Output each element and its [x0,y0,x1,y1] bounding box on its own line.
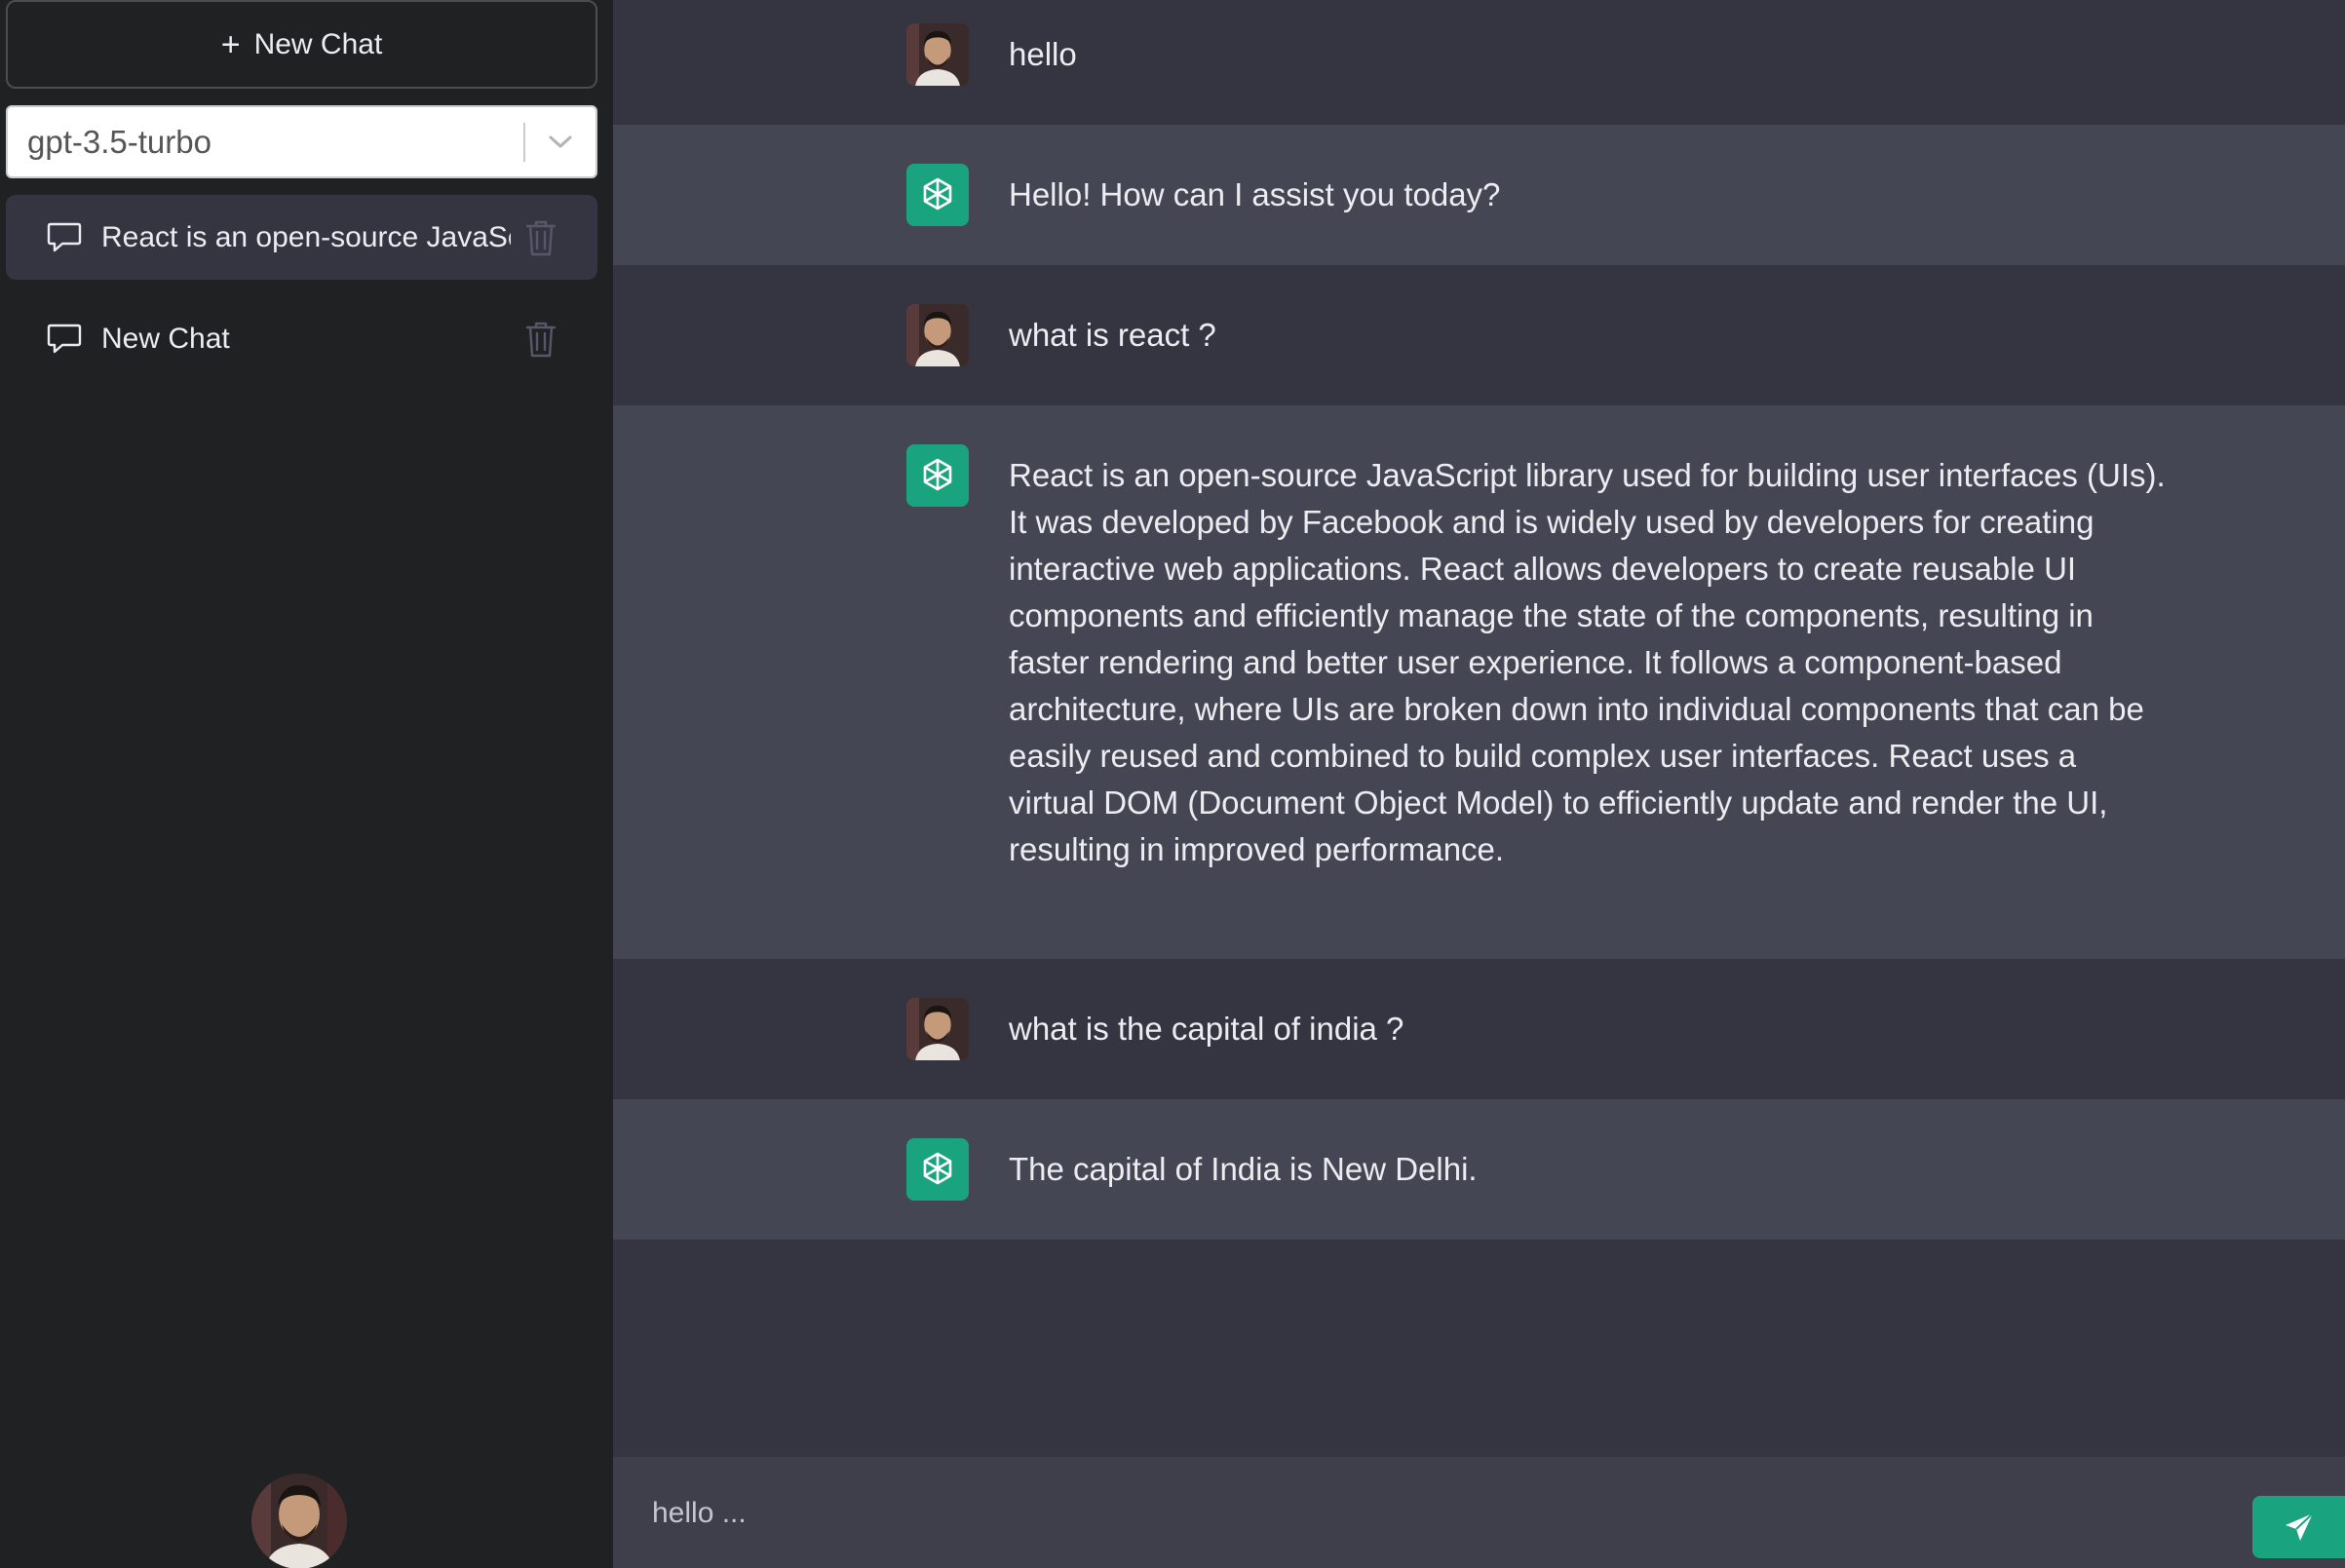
openai-logo-icon [906,444,969,507]
new-chat-button[interactable]: + New Chat [6,0,597,89]
plus-icon: + [220,25,241,63]
sidebar-chat-item-react[interactable]: React is an open-source JavaScript libra… [6,195,597,280]
sidebar-chat-item-new-chat[interactable]: New Chat [6,296,597,381]
message-user: hello [613,0,2345,125]
user-avatar [906,998,969,1060]
user-avatar [906,23,969,86]
message-input[interactable] [652,1486,2309,1541]
chat-bubble-icon [47,324,82,353]
message-text: what is react ? [1009,317,1216,353]
model-select[interactable]: gpt-3.5-turbo [6,105,597,178]
message-user: what is the capital of india ? [613,959,2345,1099]
openai-logo-icon [906,1138,969,1201]
new-chat-label: New Chat [253,27,383,60]
send-button[interactable] [2252,1496,2345,1558]
sidebar-chat-title: New Chat [101,322,230,355]
message-assistant: React is an open-source JavaScript libra… [613,405,2345,959]
message-text: hello [1009,36,1077,72]
sidebar-chat-title: React is an open-source JavaScript libra… [101,220,511,253]
message-assistant: The capital of India is New Delhi. [613,1099,2345,1240]
message-text: what is the capital of india ? [1009,1011,1404,1047]
trash-icon[interactable] [524,218,557,257]
send-icon [2285,1512,2314,1541]
model-select-value: gpt-3.5-turbo [27,123,211,160]
user-avatar [906,304,969,366]
message-text: The capital of India is New Delhi. [1009,1151,1478,1187]
chat-bubble-icon [47,222,82,251]
chevron-down-icon[interactable] [525,107,596,176]
trash-icon[interactable] [524,320,557,359]
message-text: Hello! How can I assist you today? [1009,176,1501,212]
message-user: what is react ? [613,265,2345,405]
chat-main: hello Hello! How can I assist you today? [613,0,2345,1568]
message-assistant: Hello! How can I assist you today? [613,125,2345,265]
message-text: React is an open-source JavaScript libra… [1009,457,2166,867]
user-avatar[interactable] [251,1473,347,1568]
sidebar: + New Chat gpt-3.5-turbo React is an ope… [0,0,613,1568]
openai-logo-icon [906,164,969,226]
composer [613,1457,2345,1568]
